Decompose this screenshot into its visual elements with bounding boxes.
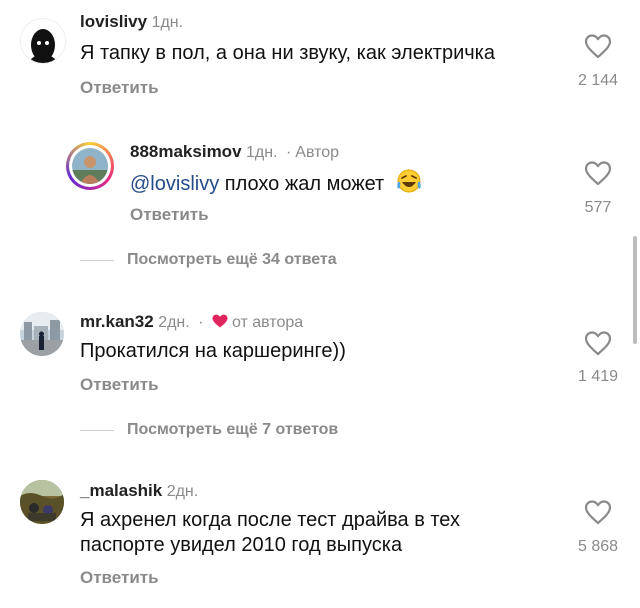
timestamp: 2дн. bbox=[158, 314, 190, 331]
avatar[interactable] bbox=[20, 312, 64, 356]
username[interactable]: 888maksimov bbox=[130, 142, 242, 161]
username[interactable]: _malashik bbox=[80, 481, 162, 500]
like-count: 5 868 bbox=[577, 538, 619, 555]
username[interactable]: mr.kan32 bbox=[80, 312, 154, 331]
liked-by-author-label: от автора bbox=[231, 314, 304, 331]
avatar[interactable] bbox=[66, 142, 114, 190]
avatar-image bbox=[20, 480, 64, 524]
divider bbox=[80, 430, 114, 431]
view-more-replies[interactable]: Посмотреть ещё 7 ответов bbox=[127, 421, 338, 439]
comment-meta: 888maksimov 1дн. · Автор bbox=[130, 142, 340, 161]
comment-text: Прокатился на каршеринге)) bbox=[80, 340, 346, 362]
comment-text: Я тапку в пол, а она ни звуку, как элект… bbox=[80, 42, 495, 64]
avatar[interactable] bbox=[20, 480, 64, 524]
heart-outline-icon[interactable] bbox=[584, 33, 612, 59]
reply-button[interactable]: Ответить bbox=[80, 78, 159, 98]
like-count: 2 144 bbox=[577, 72, 619, 89]
comment-meta: _malashik 2дн. bbox=[80, 481, 198, 501]
comment-meta: mr.kan32 2дн. · от автора bbox=[80, 312, 304, 331]
view-more-replies[interactable]: Посмотреть ещё 34 ответа bbox=[127, 251, 337, 269]
reply-button[interactable]: Ответить bbox=[80, 375, 159, 395]
laughing-tears-emoji-icon bbox=[396, 169, 421, 193]
comment-body: плохо жал может bbox=[224, 173, 385, 195]
reply-button[interactable]: Ответить bbox=[130, 205, 209, 225]
author-badge: Автор bbox=[295, 144, 340, 161]
heart-outline-icon[interactable] bbox=[584, 499, 612, 525]
author-heart-icon bbox=[212, 314, 228, 328]
username[interactable]: lovislivy bbox=[80, 12, 147, 31]
comment-text-line-2: паспорте увидел 2010 год выпуска bbox=[80, 534, 403, 556]
avatar-image bbox=[72, 148, 108, 184]
avatar-image bbox=[20, 312, 64, 356]
avatar-image bbox=[21, 19, 65, 63]
heart-outline-icon[interactable] bbox=[584, 330, 612, 356]
like-count: 1 419 bbox=[577, 368, 619, 385]
heart-outline-icon[interactable] bbox=[584, 160, 612, 186]
timestamp: 1дн. bbox=[151, 14, 184, 31]
divider bbox=[80, 260, 114, 261]
mention-link[interactable]: @lovislivy bbox=[130, 173, 219, 195]
timestamp: 2дн. bbox=[166, 483, 199, 500]
comment-meta: lovislivy 1дн. bbox=[80, 12, 183, 32]
comment-text-line-1: Я ахренел когда после тест драйва в тех bbox=[80, 509, 460, 531]
like-count: 577 bbox=[584, 199, 612, 216]
avatar[interactable] bbox=[20, 18, 66, 64]
comment-text: @lovislivy плохо жал может bbox=[130, 168, 422, 197]
timestamp: 1дн. bbox=[245, 144, 278, 161]
reply-button[interactable]: Ответить bbox=[80, 568, 159, 588]
scrollbar[interactable] bbox=[633, 236, 637, 344]
